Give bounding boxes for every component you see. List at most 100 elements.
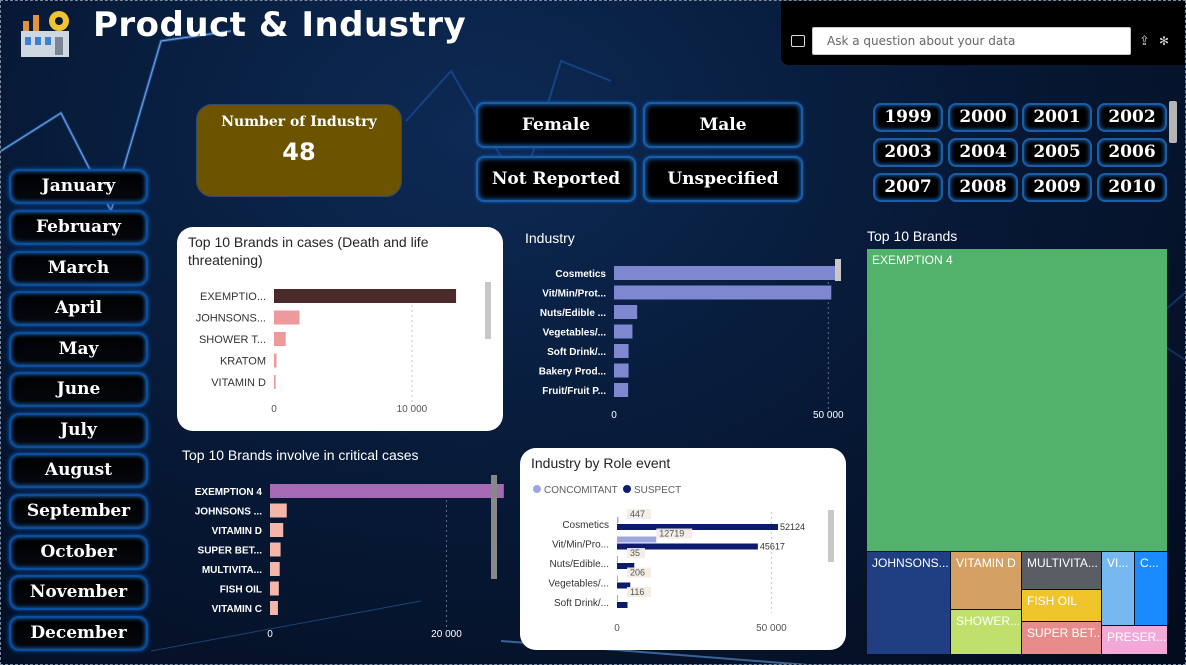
- treemap-cell[interactable]: JOHNSONS...: [867, 552, 950, 654]
- month-button-may[interactable]: May: [9, 332, 148, 367]
- settings-icon[interactable]: ✻: [1159, 34, 1169, 48]
- scrollbar: [491, 475, 497, 579]
- year-button-2006[interactable]: 2006: [1097, 138, 1167, 167]
- dashboard-root: Product & Industry Ask a question about …: [0, 0, 1186, 665]
- kpi-card: Number of Industry 48: [196, 104, 402, 197]
- bar: [614, 266, 840, 280]
- treemap-cell[interactable]: FISH OIL: [1022, 590, 1101, 621]
- treemap-cell-label: EXEMPTION 4: [872, 253, 953, 267]
- category-label: Soft Drink/...: [554, 598, 609, 609]
- year-button-2004[interactable]: 2004: [948, 138, 1018, 167]
- treemap-cell[interactable]: VI...: [1102, 552, 1134, 625]
- gender-button-unspecified[interactable]: Unspecified: [643, 156, 803, 202]
- month-button-july[interactable]: July: [9, 413, 148, 448]
- x-tick-label: 0: [267, 629, 273, 640]
- year-button-2003[interactable]: 2003: [873, 138, 943, 167]
- month-button-february[interactable]: February: [9, 210, 148, 245]
- bar: [614, 324, 633, 339]
- legend-dot-suspect: [623, 485, 631, 493]
- role-chart: CONCOMITANT SUSPECT 0 50 000 Cosmetics 447 521…: [533, 485, 834, 634]
- year-button-2001[interactable]: 2001: [1022, 103, 1092, 132]
- treemap-cell[interactable]: VITAMIN D: [951, 552, 1021, 609]
- death-chart: 0 10 000 EXEMPTIO... JOHNSONS... SHOWER T...…: [196, 282, 491, 415]
- year-scrollbar[interactable]: [1169, 101, 1177, 143]
- year-button-2008[interactable]: 2008: [948, 173, 1018, 202]
- gender-button-male[interactable]: Male: [643, 102, 803, 148]
- kpi-value: 48: [282, 138, 316, 166]
- category-label: KRATOM: [220, 356, 266, 368]
- bar-concomitant: [617, 536, 657, 543]
- share-icon[interactable]: ⇪: [1139, 34, 1150, 49]
- bar-concomitant: [617, 517, 619, 523]
- treemap-cell[interactable]: EXEMPTION 4: [867, 249, 1167, 551]
- treemap-title: Top 10 Brands: [867, 228, 958, 244]
- category-label: JOHNSONS ...: [195, 507, 262, 518]
- bar-concomitant: [617, 595, 618, 601]
- year-button-2007[interactable]: 2007: [873, 173, 943, 202]
- year-button-2000[interactable]: 2000: [948, 103, 1018, 132]
- legend-dot-concomitant: [533, 485, 541, 493]
- bar: [274, 353, 277, 368]
- treemap-cell[interactable]: PRESER...: [1102, 626, 1167, 654]
- treemap-cell[interactable]: MULTIVITA...: [1022, 552, 1101, 589]
- year-button-1999[interactable]: 1999: [873, 103, 943, 132]
- data-label: 116: [630, 587, 644, 597]
- chat-icon[interactable]: [791, 35, 805, 47]
- bar: [614, 383, 629, 397]
- month-button-december[interactable]: December: [9, 616, 148, 651]
- scrollbar: [828, 510, 834, 562]
- month-button-june[interactable]: June: [9, 372, 148, 407]
- bar-suspect: [617, 524, 778, 530]
- bar: [270, 542, 281, 557]
- kpi-label: Number of Industry: [221, 114, 377, 130]
- bar: [270, 562, 280, 576]
- treemap-cell-label: VITAMIN D: [956, 556, 1016, 570]
- qa-search-input[interactable]: Ask a question about your data: [812, 27, 1131, 55]
- month-button-august[interactable]: August: [9, 453, 148, 488]
- treemap-cell[interactable]: C...: [1135, 552, 1167, 625]
- scrollbar: [485, 282, 491, 339]
- category-label: MULTIVITA...: [202, 565, 262, 576]
- month-button-october[interactable]: October: [9, 535, 148, 570]
- treemap-cell-label: PRESER...: [1107, 630, 1167, 644]
- x-tick-label: 10 000: [397, 404, 428, 415]
- scrollbar: [835, 259, 841, 281]
- bar: [614, 285, 832, 300]
- month-button-november[interactable]: November: [9, 575, 148, 610]
- category-label: SUPER BET...: [198, 546, 263, 557]
- category-label: FISH OIL: [220, 585, 262, 596]
- industry-chart: 0 50 000 Cosmetics Vit/Min/Prot... Nuts/Edib…: [539, 259, 844, 421]
- treemap-cell-label: JOHNSONS...: [872, 556, 949, 570]
- month-button-september[interactable]: September: [9, 494, 148, 529]
- category-label: Vit/Min/Pro...: [552, 540, 609, 551]
- treemap-cell[interactable]: SUPER BET...: [1022, 622, 1101, 654]
- category-label: Vegetables/...: [543, 328, 607, 339]
- year-button-2005[interactable]: 2005: [1022, 138, 1092, 167]
- bar: [614, 344, 629, 358]
- data-label: 35: [630, 548, 640, 558]
- year-button-2002[interactable]: 2002: [1097, 103, 1167, 132]
- category-label: Bakery Prod...: [539, 367, 606, 378]
- treemap-cell[interactable]: SHOWER...: [951, 610, 1021, 654]
- critical-chart-title: Top 10 Brands involve in critical cases: [182, 447, 419, 463]
- gender-button-female[interactable]: Female: [476, 102, 636, 148]
- bar: [270, 601, 278, 615]
- category-label: Vit/Min/Prot...: [542, 289, 606, 300]
- category-label: Fruit/Fruit P...: [542, 386, 606, 397]
- month-button-march[interactable]: March: [9, 251, 148, 286]
- gender-button-not-reported[interactable]: Not Reported: [476, 156, 636, 202]
- bar: [270, 581, 279, 596]
- category-label: EXEMPTION 4: [195, 487, 263, 498]
- bar: [614, 305, 638, 319]
- bar: [274, 375, 276, 389]
- bar-suspect: [617, 602, 628, 608]
- category-label: EXEMPTIO...: [200, 291, 266, 303]
- month-button-january[interactable]: January: [9, 169, 148, 204]
- category-label: Nuts/Edible...: [550, 559, 609, 570]
- year-button-2010[interactable]: 2010: [1097, 173, 1167, 202]
- year-button-2009[interactable]: 2009: [1022, 173, 1092, 202]
- x-tick-label: 20 000: [431, 629, 462, 640]
- month-button-april[interactable]: April: [9, 291, 148, 326]
- bar: [614, 363, 629, 378]
- category-label: Nuts/Edible ...: [540, 308, 606, 319]
